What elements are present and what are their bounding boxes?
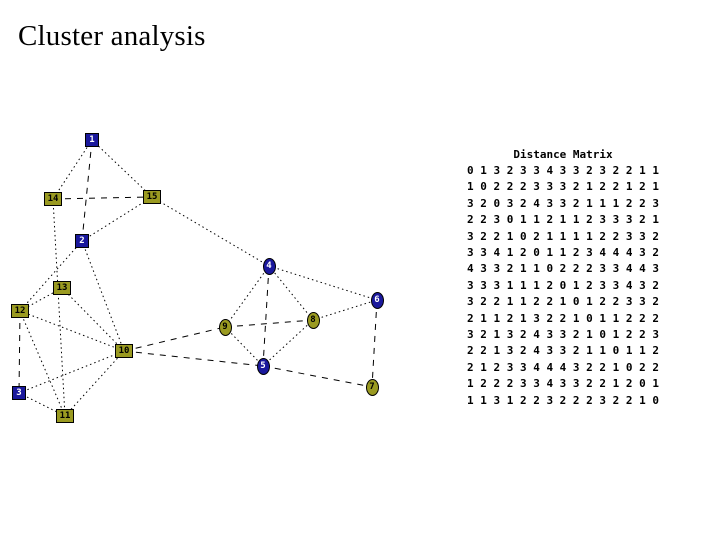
graph-node-7[interactable]: 7 xyxy=(365,378,379,396)
distance-matrix-panel: Distance Matrix 0 1 3 2 3 3 4 3 3 2 3 2 … xyxy=(420,148,710,409)
distance-matrix-row: 1 0 2 2 2 3 3 3 2 1 2 2 1 2 1 xyxy=(466,180,660,194)
distance-matrix-row: 2 2 3 0 1 1 2 1 1 2 3 3 3 2 1 xyxy=(466,213,660,227)
graph-edge-5-8 xyxy=(262,319,314,367)
graph-edge-9-5 xyxy=(224,326,264,367)
graph-node-15[interactable]: 15 xyxy=(143,190,161,204)
graph-node-label: 3 xyxy=(16,387,22,398)
distance-matrix-row: 1 2 2 2 3 3 4 3 3 2 2 1 2 0 1 xyxy=(466,377,660,391)
graph-node-label: 15 xyxy=(146,191,158,202)
distance-matrix-rows: 0 1 3 2 3 3 4 3 3 2 3 2 2 1 1 1 0 2 2 2 3… xyxy=(420,163,710,409)
graph-edge-10-5 xyxy=(123,350,264,367)
graph-edge-5-7 xyxy=(262,365,373,388)
graph-node-label: 6 xyxy=(374,294,380,305)
graph-node-label: 4 xyxy=(266,260,272,271)
graph-edge-15-4 xyxy=(151,196,270,267)
graph-node-label: 12 xyxy=(14,305,26,316)
graph-edge-10-9 xyxy=(123,326,226,352)
graph-node-9[interactable]: 9 xyxy=(218,318,232,336)
graph-edge-12-11 xyxy=(19,310,66,417)
graph-edge-6-7 xyxy=(371,299,378,388)
distance-matrix-row: 3 2 1 3 2 4 3 3 2 1 0 1 2 2 3 xyxy=(466,328,660,342)
graph-node-4[interactable]: 4 xyxy=(262,257,276,275)
cluster-analysis-screen: Cluster analysis 1 2 3 4 5 6 7 8 9 10 11 12 13 14 15 D… xyxy=(0,0,720,540)
distance-matrix-row: 3 2 2 1 0 2 1 1 1 1 2 2 3 3 2 xyxy=(466,229,660,243)
graph-node-label: 11 xyxy=(59,410,71,421)
graph-node-6[interactable]: 6 xyxy=(370,291,384,309)
distance-matrix-row: 3 2 0 3 2 4 3 3 2 1 1 1 2 2 3 xyxy=(466,196,660,210)
graph-edge-2-12 xyxy=(19,240,83,312)
graph-node-label: 7 xyxy=(369,381,375,392)
distance-matrix-title: Distance Matrix xyxy=(513,148,613,161)
graph-node-label: 9 xyxy=(222,321,228,332)
graph-node-label: 13 xyxy=(56,282,68,293)
graph-edge-2-10 xyxy=(81,240,125,352)
graph-node-1[interactable]: 1 xyxy=(85,133,99,147)
graph-node-2[interactable]: 2 xyxy=(75,234,89,248)
graph-edge-4-6 xyxy=(268,265,378,301)
graph-node-label: 10 xyxy=(118,345,130,356)
graph-node-14[interactable]: 14 xyxy=(44,192,62,206)
distance-matrix-row: 3 3 4 1 2 0 1 1 2 3 4 4 4 3 2 xyxy=(466,246,660,260)
graph-edge-11-10 xyxy=(64,350,125,417)
graph-edge-8-6 xyxy=(312,299,378,321)
graph-node-11[interactable]: 11 xyxy=(56,409,74,423)
graph-edge-14-11 xyxy=(52,198,66,417)
graph-edge-4-9 xyxy=(224,265,270,328)
graph-node-label: 14 xyxy=(47,193,59,204)
graph-edge-3-10 xyxy=(18,350,125,394)
graph-node-label: 1 xyxy=(89,134,95,145)
graph-edge-12-10 xyxy=(19,310,125,352)
distance-matrix-row: 2 2 1 3 2 4 3 3 2 1 1 0 1 1 2 xyxy=(466,344,660,358)
graph-node-5[interactable]: 5 xyxy=(256,357,270,375)
graph-edge-1-14 xyxy=(52,139,93,200)
graph-edge-14-15 xyxy=(52,196,153,200)
distance-matrix-row: 3 3 3 1 1 1 2 0 1 2 3 3 4 3 2 xyxy=(466,278,660,292)
graph-edges-canvas xyxy=(18,139,378,417)
distance-matrix-row: 3 2 2 1 1 2 2 1 0 1 2 2 3 3 2 xyxy=(466,295,660,309)
graph-node-label: 8 xyxy=(310,314,316,325)
graph-edge-12-3 xyxy=(18,310,21,394)
graph-node-8[interactable]: 8 xyxy=(306,311,320,329)
edge-group xyxy=(18,139,378,417)
graph-edge-13-10 xyxy=(61,287,125,352)
distance-matrix-row: 0 1 3 2 3 3 4 3 3 2 3 2 2 1 1 xyxy=(466,164,660,177)
distance-matrix-row: 2 1 1 2 1 3 2 2 1 0 1 1 2 2 2 xyxy=(466,311,660,325)
graph-node-12[interactable]: 12 xyxy=(11,304,29,318)
graph-edge-1-2 xyxy=(81,139,93,242)
graph-edge-4-8 xyxy=(268,265,314,321)
graph-edge-1-15 xyxy=(91,139,153,198)
graph-edge-9-8 xyxy=(224,319,314,328)
graph-edge-4-5 xyxy=(262,265,270,367)
distance-matrix-row: 1 1 3 1 2 2 3 2 2 2 3 2 2 1 0 xyxy=(466,393,660,407)
graph-edge-15-2 xyxy=(81,196,153,242)
distance-matrix-row: 4 3 3 2 1 1 0 2 2 2 3 3 4 4 3 xyxy=(466,262,660,276)
distance-matrix-row: 2 1 2 3 3 4 4 4 3 2 2 1 0 2 2 xyxy=(466,360,660,374)
graph-node-label: 5 xyxy=(260,360,266,371)
graph-panel: 1 2 3 4 5 6 7 8 9 10 11 12 13 14 15 xyxy=(0,0,420,540)
graph-node-3[interactable]: 3 xyxy=(12,386,26,400)
graph-node-13[interactable]: 13 xyxy=(53,281,71,295)
graph-node-label: 2 xyxy=(79,235,85,246)
graph-node-10[interactable]: 10 xyxy=(115,344,133,358)
